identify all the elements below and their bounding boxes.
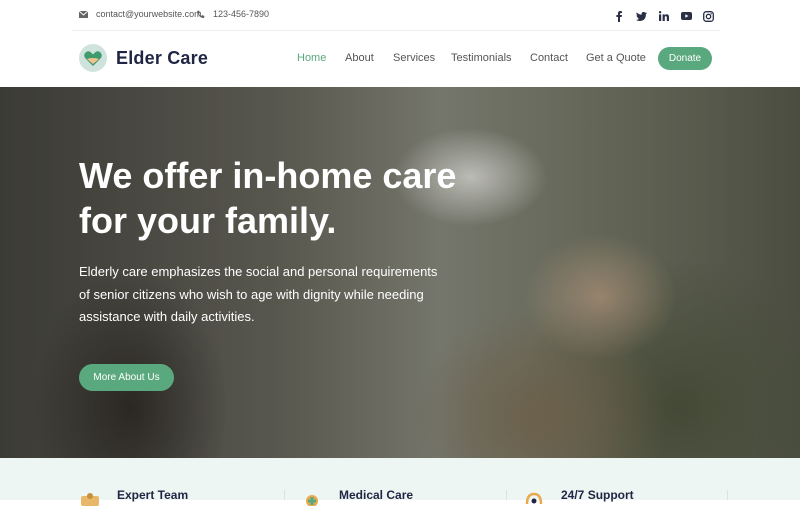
hero-section: We offer in-home care for your family. E… — [0, 87, 800, 458]
linkedin-icon[interactable] — [657, 9, 671, 23]
feature-divider — [727, 490, 728, 500]
main-navbar: Elder Care Home About Services Testimoni… — [0, 31, 800, 87]
medical-icon — [306, 495, 318, 506]
nav-item-home[interactable]: Home — [297, 52, 326, 64]
hero-headline: We offer in-home care for your family. — [79, 155, 457, 241]
phone-contact[interactable]: 123-456-7890 — [196, 9, 269, 19]
top-bar: contact@yourwebsite.com 123-456-7890 — [0, 0, 800, 31]
heart-icon[interactable] — [79, 44, 107, 72]
envelope-icon — [79, 10, 88, 18]
twitter-icon[interactable] — [634, 9, 648, 23]
support-icon — [525, 492, 543, 505]
donate-button[interactable]: Donate — [658, 47, 712, 70]
nav-item-get-a-quote[interactable]: Get a Quote — [586, 52, 646, 64]
hero-description: Elderly care emphasizes the social and p… — [79, 264, 438, 324]
phone-icon — [197, 10, 205, 18]
team-icon — [81, 493, 99, 506]
feature-24-7-support[interactable]: 24/7 Support — [523, 488, 634, 506]
feature-divider — [284, 490, 285, 500]
features-strip: Expert Team Medical Care 24/7 Support — [0, 458, 800, 506]
feature-expert-team[interactable]: Expert Team — [79, 488, 188, 506]
email-text: contact@yourwebsite.com — [96, 9, 202, 19]
more-about-us-button[interactable]: More About Us — [79, 364, 174, 391]
instagram-icon[interactable] — [701, 9, 715, 23]
feature-divider — [506, 490, 507, 500]
phone-text: 123-456-7890 — [213, 9, 270, 19]
nav-item-testimonials[interactable]: Testimonials — [451, 52, 512, 64]
brand-name[interactable]: Elder Care — [116, 48, 208, 69]
nav-item-services[interactable]: Services — [393, 52, 435, 64]
youtube-icon[interactable] — [679, 9, 693, 23]
facebook-icon[interactable] — [612, 9, 626, 23]
feature-medical-care[interactable]: Medical Care — [301, 488, 413, 506]
nav-item-about[interactable]: About — [345, 52, 374, 64]
email-contact[interactable]: contact@yourwebsite.com — [79, 9, 202, 19]
nav-item-contact[interactable]: Contact — [530, 52, 568, 64]
